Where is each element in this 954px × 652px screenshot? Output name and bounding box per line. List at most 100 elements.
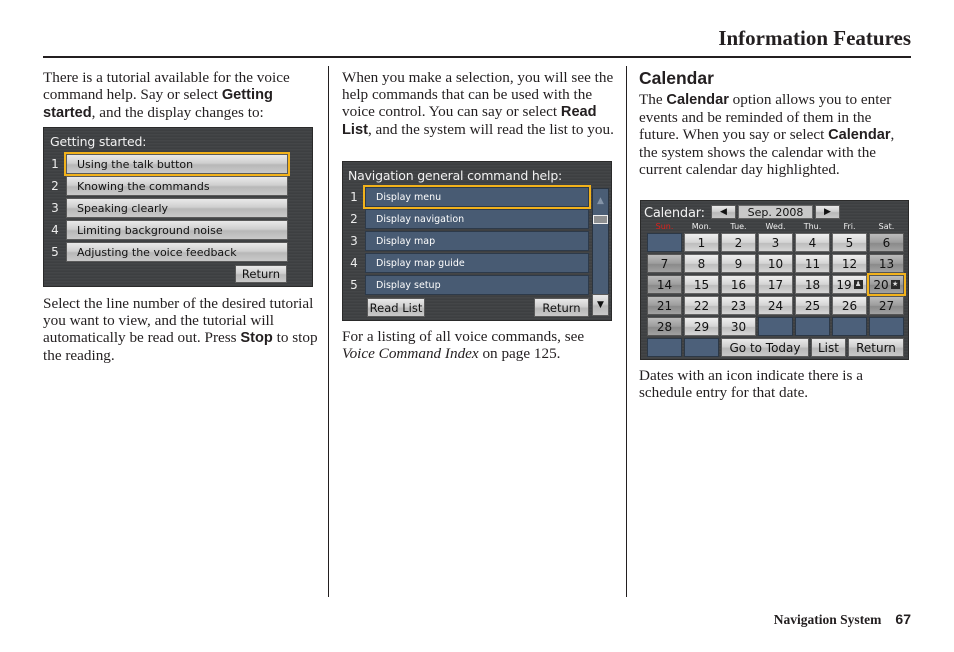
tutorial-item[interactable]: Adjusting the voice feedback xyxy=(66,242,288,262)
day-number: 9 xyxy=(734,256,743,271)
calendar-day[interactable]: 21 xyxy=(647,296,682,315)
tutorial-item[interactable]: Speaking clearly xyxy=(66,198,288,218)
read-list-button[interactable]: Read List xyxy=(367,298,425,317)
day-number: 15 xyxy=(693,277,710,292)
tutorial-item[interactable]: Knowing the commands xyxy=(66,176,288,196)
calendar-day[interactable]: 2 xyxy=(721,233,756,252)
command-help-screen: Navigation general command help: 1 Displa… xyxy=(342,161,612,321)
calendar-empty-cell xyxy=(647,338,682,357)
day-number: 2 xyxy=(734,235,743,250)
calendar-day[interactable]: 28 xyxy=(647,317,682,336)
calendar-empty-cell xyxy=(795,317,830,336)
weekday-label: Tue. xyxy=(730,222,747,231)
calendar-day[interactable]: 8 xyxy=(684,254,719,273)
month-label: Sep. 2008 xyxy=(738,205,813,219)
calendar-day[interactable]: 30 xyxy=(721,317,756,336)
calendar-empty-cell xyxy=(832,317,867,336)
page-number: 67 xyxy=(895,611,911,627)
weekday-label: Mon. xyxy=(691,222,712,231)
command-item[interactable]: Display navigation xyxy=(365,209,589,229)
day-number: 4 xyxy=(808,235,817,250)
bold-term: Calendar xyxy=(828,127,891,143)
calendar-day[interactable]: 12 xyxy=(832,254,867,273)
calendar-day[interactable]: 7 xyxy=(647,254,682,273)
calendar-day[interactable]: 4 xyxy=(795,233,830,252)
calendar-day[interactable]: 22 xyxy=(684,296,719,315)
day-number: 23 xyxy=(730,298,747,313)
bold-term: Stop xyxy=(240,330,273,346)
text: on page 125. xyxy=(478,345,561,362)
return-button[interactable]: Return xyxy=(534,298,589,317)
screen-title: Getting started: xyxy=(50,134,147,149)
tutorial-item[interactable]: Using the talk button xyxy=(64,152,290,176)
day-number: 7 xyxy=(660,256,669,271)
day-number: 14 xyxy=(656,277,673,292)
day-number: 17 xyxy=(767,277,784,292)
calendar-day[interactable]: 13 xyxy=(869,254,904,273)
calendar-day[interactable]: 15 xyxy=(684,275,719,294)
day-number: 10 xyxy=(767,256,784,271)
row-number: 1 xyxy=(350,190,358,204)
next-month-icon[interactable]: ▶ xyxy=(815,205,840,219)
list-button[interactable]: List xyxy=(811,338,846,357)
calendar-day-selected[interactable]: 20 ★ xyxy=(867,273,906,296)
day-number: 3 xyxy=(771,235,780,250)
row-number: 5 xyxy=(350,278,358,292)
command-item[interactable]: Display setup xyxy=(365,275,589,295)
calendar-day[interactable]: 29 xyxy=(684,317,719,336)
calendar-day[interactable]: 16 xyxy=(721,275,756,294)
go-to-today-button[interactable]: Go to Today xyxy=(721,338,809,357)
scrollbar[interactable]: ▲ ▼ xyxy=(592,188,609,316)
calendar-empty-cell xyxy=(684,338,719,357)
day-number: 19 xyxy=(836,277,852,292)
row-number: 3 xyxy=(350,234,358,248)
calendar-day[interactable]: 17 xyxy=(758,275,793,294)
day-number: 29 xyxy=(693,319,710,334)
row-number: 1 xyxy=(51,157,59,171)
command-item[interactable]: Display map guide xyxy=(365,253,589,273)
voice-command-index-paragraph: For a listing of all voice commands, see… xyxy=(342,328,617,362)
column-divider xyxy=(626,66,627,597)
previous-month-icon[interactable]: ◀ xyxy=(711,205,736,219)
calendar-day[interactable]: 27 xyxy=(869,296,904,315)
screen-title: Calendar: xyxy=(644,206,705,221)
return-button[interactable]: Return xyxy=(848,338,904,357)
row-number: 2 xyxy=(51,179,59,193)
day-number: 8 xyxy=(697,256,706,271)
calendar-day[interactable]: 5 xyxy=(832,233,867,252)
calendar-day[interactable]: 3 xyxy=(758,233,793,252)
command-item[interactable]: Display menu xyxy=(363,185,591,209)
tutorial-item[interactable]: Limiting background noise xyxy=(66,220,288,240)
page-header-title: Information Features xyxy=(718,26,911,50)
return-button[interactable]: Return xyxy=(235,265,287,283)
row-number: 4 xyxy=(350,256,358,270)
calendar-day[interactable]: 19 ♟ xyxy=(832,275,867,294)
scroll-up-icon[interactable]: ▲ xyxy=(593,189,608,213)
text: , and the display changes to: xyxy=(91,104,264,121)
day-number: 26 xyxy=(841,298,858,313)
calendar-day[interactable]: 11 xyxy=(795,254,830,273)
calendar-day[interactable]: 26 xyxy=(832,296,867,315)
command-item[interactable]: Display map xyxy=(365,231,589,251)
calendar-day[interactable]: 23 xyxy=(721,296,756,315)
day-number: 18 xyxy=(804,277,821,292)
day-number: 28 xyxy=(656,319,673,334)
calendar-day[interactable]: 24 xyxy=(758,296,793,315)
weekday-label: Sat. xyxy=(878,222,895,231)
day-number: 20 xyxy=(873,277,889,292)
calendar-day[interactable]: 14 xyxy=(647,275,682,294)
scroll-down-icon[interactable]: ▼ xyxy=(592,294,609,316)
tutorial-instructions-paragraph: Select the line number of the desired tu… xyxy=(43,295,318,364)
calendar-day[interactable]: 9 xyxy=(721,254,756,273)
calendar-day[interactable]: 1 xyxy=(684,233,719,252)
calendar-day[interactable]: 10 xyxy=(758,254,793,273)
scroll-thumb[interactable] xyxy=(593,215,608,224)
calendar-empty-cell xyxy=(758,317,793,336)
calendar-day[interactable]: 18 xyxy=(795,275,830,294)
screen-title: Navigation general command help: xyxy=(348,168,563,183)
weekday-label: Fri. xyxy=(843,222,856,231)
calendar-day[interactable]: 25 xyxy=(795,296,830,315)
row-number: 5 xyxy=(51,245,59,259)
text: , and the system will read the list to y… xyxy=(367,121,614,138)
calendar-day[interactable]: 6 xyxy=(869,233,904,252)
